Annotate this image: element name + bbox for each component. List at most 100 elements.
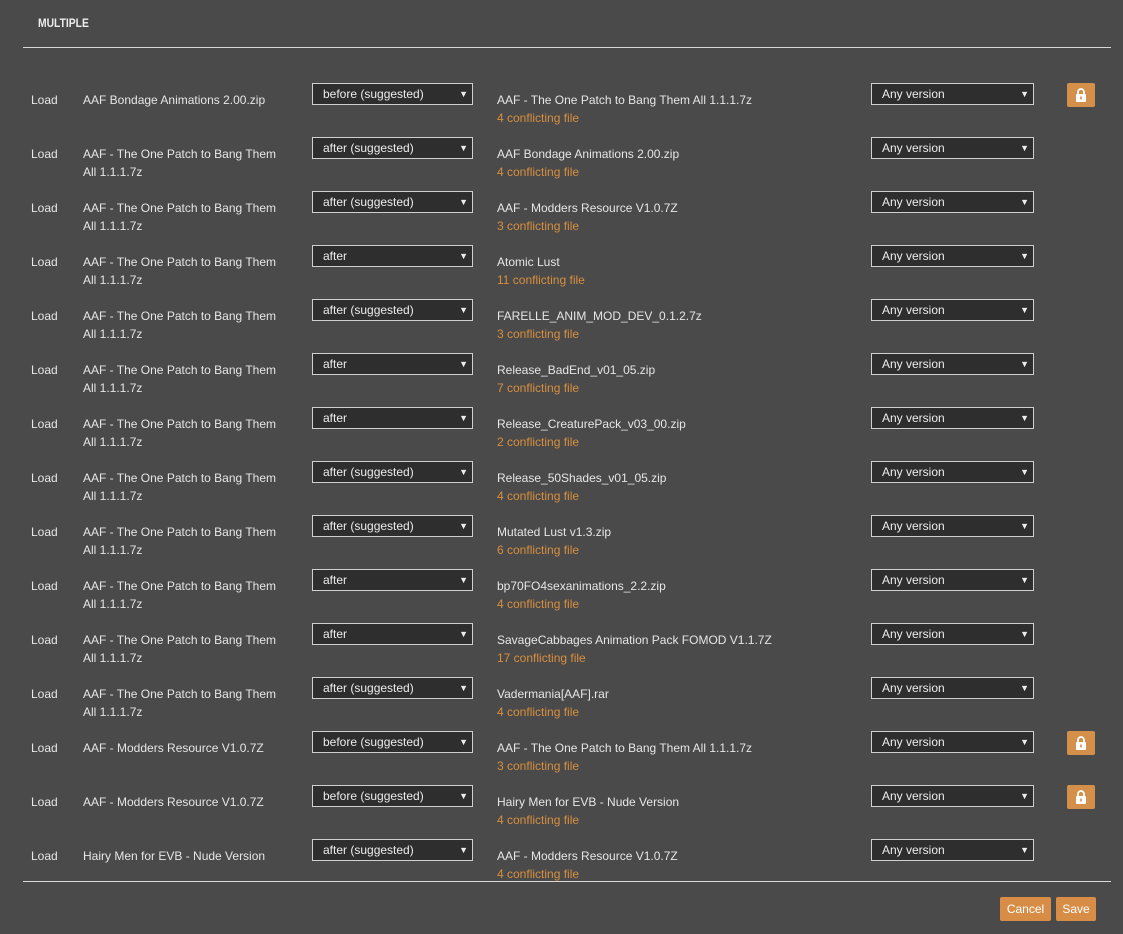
- caret-down-icon: ▼: [1020, 413, 1029, 423]
- conflicting-files-link[interactable]: 7 conflicting file: [497, 379, 837, 397]
- version-select[interactable]: Any version ▼: [871, 407, 1034, 429]
- version-select[interactable]: Any version ▼: [871, 515, 1034, 537]
- caret-down-icon: ▼: [459, 143, 468, 153]
- conflicting-files-link[interactable]: 4 conflicting file: [497, 595, 837, 613]
- caret-down-icon: ▼: [1020, 737, 1029, 747]
- target-mod: FARELLE_ANIM_MOD_DEV_0.1.2.7z 3 conflict…: [497, 307, 837, 343]
- order-value: after: [323, 573, 348, 587]
- conflicting-files-link[interactable]: 2 conflicting file: [497, 433, 837, 451]
- caret-down-icon: ▼: [1020, 575, 1029, 585]
- order-select[interactable]: after (suggested) ▼: [312, 515, 473, 537]
- version-select[interactable]: Any version ▼: [871, 461, 1034, 483]
- order-value: after: [323, 249, 348, 263]
- version-select[interactable]: Any version ▼: [871, 623, 1034, 645]
- version-select[interactable]: Any version ▼: [871, 83, 1034, 105]
- rule-row: Load Hairy Men for EVB - Nude Version af…: [0, 839, 1123, 901]
- order-select[interactable]: before (suggested) ▼: [312, 83, 473, 105]
- load-label: Load: [31, 795, 58, 809]
- order-select[interactable]: before (suggested) ▼: [312, 731, 473, 753]
- order-select[interactable]: after (suggested) ▼: [312, 299, 473, 321]
- order-select[interactable]: after ▼: [312, 569, 473, 591]
- version-select[interactable]: Any version ▼: [871, 191, 1034, 213]
- lock-button[interactable]: [1067, 785, 1095, 809]
- version-select[interactable]: Any version ▼: [871, 785, 1034, 807]
- conflicting-files-link[interactable]: 4 conflicting file: [497, 487, 837, 505]
- load-label: Load: [31, 849, 58, 863]
- version-value: Any version: [882, 843, 945, 857]
- source-mod-name: AAF - Modders Resource V1.0.7Z: [83, 741, 264, 755]
- target-mod: AAF - Modders Resource V1.0.7Z 4 conflic…: [497, 847, 837, 883]
- source-mod-name: AAF Bondage Animations 2.00.zip: [83, 93, 266, 107]
- source-mod-name: AAF - The One Patch to Bang Them All 1.1…: [83, 687, 276, 719]
- conflicting-files-link[interactable]: 3 conflicting file: [497, 757, 837, 775]
- target-mod: AAF Bondage Animations 2.00.zip 4 confli…: [497, 145, 837, 181]
- target-mod-name: Vadermania[AAF].rar: [497, 687, 609, 701]
- target-mod: Release_BadEnd_v01_05.zip 7 conflicting …: [497, 361, 837, 397]
- version-select[interactable]: Any version ▼: [871, 299, 1034, 321]
- caret-down-icon: ▼: [459, 467, 468, 477]
- version-select[interactable]: Any version ▼: [871, 245, 1034, 267]
- caret-down-icon: ▼: [1020, 305, 1029, 315]
- order-select[interactable]: after (suggested) ▼: [312, 839, 473, 861]
- conflicting-files-link[interactable]: 4 conflicting file: [497, 109, 837, 127]
- caret-down-icon: ▼: [459, 305, 468, 315]
- conflicting-files-link[interactable]: 6 conflicting file: [497, 541, 837, 559]
- version-value: Any version: [882, 573, 945, 587]
- version-value: Any version: [882, 789, 945, 803]
- version-select[interactable]: Any version ▼: [871, 137, 1034, 159]
- conflicting-files-link[interactable]: 4 conflicting file: [497, 163, 837, 181]
- conflicting-files-link[interactable]: 4 conflicting file: [497, 703, 837, 721]
- order-select[interactable]: after ▼: [312, 623, 473, 645]
- conflicting-files-link[interactable]: 17 conflicting file: [497, 649, 837, 667]
- cancel-button[interactable]: Cancel: [1000, 897, 1051, 921]
- target-mod-name: Mutated Lust v1.3.zip: [497, 525, 612, 539]
- lock-button[interactable]: [1067, 731, 1095, 755]
- caret-down-icon: ▼: [459, 683, 468, 693]
- order-value: before (suggested): [323, 735, 424, 749]
- order-select[interactable]: after ▼: [312, 353, 473, 375]
- conflicting-files-link[interactable]: 3 conflicting file: [497, 217, 837, 235]
- save-button[interactable]: Save: [1056, 897, 1096, 921]
- caret-down-icon: ▼: [1020, 197, 1029, 207]
- lock-button[interactable]: [1067, 83, 1095, 107]
- order-select[interactable]: after (suggested) ▼: [312, 677, 473, 699]
- target-mod: AAF - The One Patch to Bang Them All 1.1…: [497, 739, 837, 775]
- caret-down-icon: ▼: [459, 629, 468, 639]
- target-mod: Vadermania[AAF].rar 4 conflicting file: [497, 685, 837, 721]
- version-select[interactable]: Any version ▼: [871, 731, 1034, 753]
- version-value: Any version: [882, 357, 945, 371]
- order-select[interactable]: before (suggested) ▼: [312, 785, 473, 807]
- version-value: Any version: [882, 411, 945, 425]
- caret-down-icon: ▼: [1020, 359, 1029, 369]
- target-mod: bp70FO4sexanimations_2.2.zip 4 conflicti…: [497, 577, 837, 613]
- caret-down-icon: ▼: [1020, 143, 1029, 153]
- caret-down-icon: ▼: [459, 845, 468, 855]
- lock-icon: [1076, 88, 1086, 102]
- conflicting-files-link[interactable]: 11 conflicting file: [497, 271, 837, 289]
- order-select[interactable]: after (suggested) ▼: [312, 461, 473, 483]
- version-select[interactable]: Any version ▼: [871, 569, 1034, 591]
- order-select[interactable]: after ▼: [312, 407, 473, 429]
- load-label: Load: [31, 633, 58, 647]
- conflicting-files-link[interactable]: 4 conflicting file: [497, 811, 837, 829]
- source-mod-name: AAF - The One Patch to Bang Them All 1.1…: [83, 201, 276, 233]
- target-mod: AAF - The One Patch to Bang Them All 1.1…: [497, 91, 837, 127]
- target-mod: AAF - Modders Resource V1.0.7Z 3 conflic…: [497, 199, 837, 235]
- source-mod-name: AAF - Modders Resource V1.0.7Z: [83, 795, 264, 809]
- version-select[interactable]: Any version ▼: [871, 353, 1034, 375]
- load-label: Load: [31, 525, 58, 539]
- target-mod: Mutated Lust v1.3.zip 6 conflicting file: [497, 523, 837, 559]
- order-select[interactable]: after ▼: [312, 245, 473, 267]
- caret-down-icon: ▼: [459, 359, 468, 369]
- order-select[interactable]: after (suggested) ▼: [312, 137, 473, 159]
- order-value: after (suggested): [323, 465, 414, 479]
- load-label: Load: [31, 687, 58, 701]
- target-mod: Release_50Shades_v01_05.zip 4 conflictin…: [497, 469, 837, 505]
- target-mod-name: bp70FO4sexanimations_2.2.zip: [497, 579, 666, 593]
- version-select[interactable]: Any version ▼: [871, 839, 1034, 861]
- version-select[interactable]: Any version ▼: [871, 677, 1034, 699]
- conflicting-files-link[interactable]: 3 conflicting file: [497, 325, 837, 343]
- caret-down-icon: ▼: [459, 251, 468, 261]
- caret-down-icon: ▼: [1020, 251, 1029, 261]
- order-select[interactable]: after (suggested) ▼: [312, 191, 473, 213]
